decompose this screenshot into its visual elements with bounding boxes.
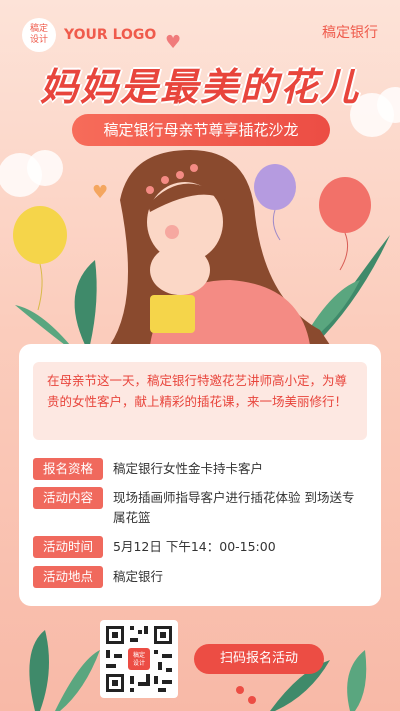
brand-name: 稿定银行 xyxy=(322,25,378,41)
balloon-icon xyxy=(319,177,371,271)
detail-label: 活动时间 xyxy=(33,536,103,558)
logo-badge: 稿定 设计 xyxy=(22,18,56,52)
detail-row: 活动内容 现场插画师指导客户进行插花体验 到场送专属花篮 xyxy=(33,487,358,528)
heart-icon: ♥ xyxy=(165,32,182,53)
detail-label: 报名资格 xyxy=(33,458,103,480)
detail-value: 5月12日 下午14：00-15:00 xyxy=(113,539,276,554)
svg-text:设计: 设计 xyxy=(133,659,145,667)
detail-label: 活动地点 xyxy=(33,566,103,588)
subtitle-banner: 稿定银行母亲节尊享插花沙龙 xyxy=(72,114,330,146)
mother-child-illustration xyxy=(110,150,330,345)
logo-text: YOUR LOGO xyxy=(64,27,157,43)
detail-value: 稿定银行 xyxy=(113,569,164,584)
svg-text:稿定: 稿定 xyxy=(133,651,145,659)
detail-value: 稿定银行女性金卡持卡客户 xyxy=(113,461,264,476)
heart-icon: ♥ xyxy=(92,182,109,203)
page-title: 妈妈是最美的花儿 xyxy=(39,65,360,109)
scan-register-button[interactable]: 扫码报名活动 xyxy=(194,644,324,674)
poster: 稿定 设计 YOUR LOGO 稿定银行 ♥ ♥ 妈妈是最美的花儿 稿定银行母亲… xyxy=(0,0,400,711)
balloon-icon xyxy=(13,206,67,311)
logo: 稿定 设计 YOUR LOGO xyxy=(22,18,156,52)
intro-text: 在母亲节这一天，稿定银行特邀花艺讲师高小定，为尊贵的女性客户，献上精彩的插花课，… xyxy=(33,362,367,440)
detail-row: 报名资格 稿定银行女性金卡持卡客户 xyxy=(33,458,358,480)
detail-row: 活动地点 稿定银行 xyxy=(33,566,358,588)
info-card: 在母亲节这一天，稿定银行特邀花艺讲师高小定，为尊贵的女性客户，献上精彩的插花课，… xyxy=(19,344,381,606)
detail-value: 现场插画师指导客户进行插花体验 到场送专属花篮 xyxy=(113,490,355,525)
detail-row: 活动时间 5月12日 下午14：00-15:00 xyxy=(33,536,358,558)
detail-label: 活动内容 xyxy=(33,487,103,509)
qr-code-icon[interactable]: 稿定 设计 xyxy=(100,620,178,698)
balloon-icon xyxy=(254,164,296,241)
